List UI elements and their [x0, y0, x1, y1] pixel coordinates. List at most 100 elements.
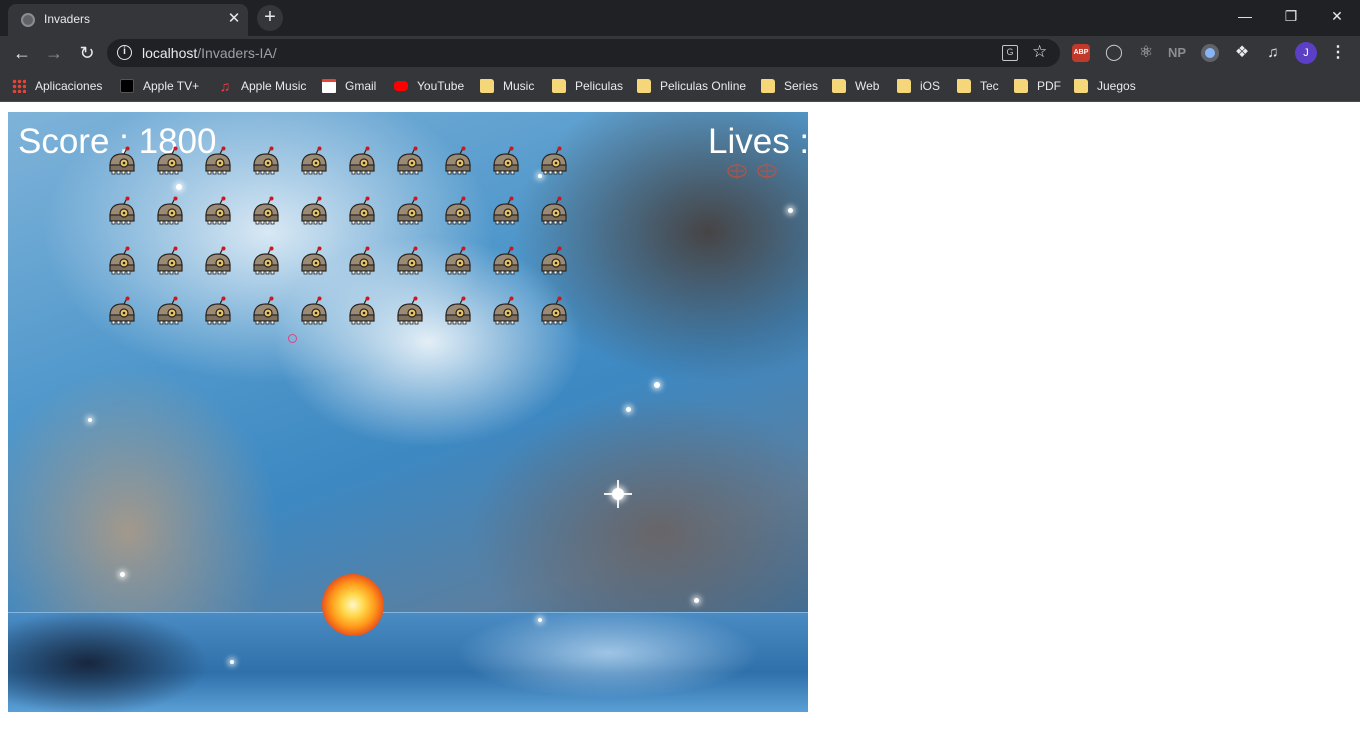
invader-r3-c6: [348, 246, 376, 276]
folder-icon: [1014, 79, 1028, 93]
url-text[interactable]: localhost/Invaders-IA/: [142, 45, 277, 61]
folder-icon: [552, 79, 566, 93]
invader-r2-c8: [444, 196, 472, 226]
bookmark-music[interactable]: Music: [480, 77, 534, 95]
invader-r3-c5: [300, 246, 328, 276]
restore-button[interactable]: ❐: [1271, 6, 1311, 28]
star: [120, 572, 125, 577]
star: [538, 618, 542, 622]
folder-icon: [480, 79, 494, 93]
invader-r2-c3: [204, 196, 232, 226]
invader-r1-c7: [396, 146, 424, 176]
star: [612, 488, 624, 500]
bookmark-label: iOS: [920, 79, 941, 93]
browser-toolbar: ← → ↻ i localhost/Invaders-IA/ G ☆ ABP ◯…: [0, 36, 1360, 70]
invader-r3-c10: [540, 246, 568, 276]
tab-title: Invaders: [44, 12, 91, 26]
tab-invaders[interactable]: Invaders ✕: [8, 4, 248, 36]
invader-bullet: [288, 334, 297, 343]
bookmark-label: Aplicaciones: [35, 79, 103, 93]
invader-r3-c7: [396, 246, 424, 276]
invader-r1-c3: [204, 146, 232, 176]
bookmark-label: Gmail: [345, 79, 377, 93]
bookmark-label: Peliculas: [575, 79, 624, 93]
profile-avatar[interactable]: J: [1295, 42, 1317, 64]
invader-r2-c1: [108, 196, 136, 226]
invader-r2-c7: [396, 196, 424, 226]
translate-icon[interactable]: G: [1002, 45, 1018, 61]
star: [626, 407, 631, 412]
bookmark-pdf[interactable]: PDF: [1014, 77, 1061, 95]
invader-r1-c5: [300, 146, 328, 176]
invader-r4-c4: [252, 296, 280, 326]
new-tab-button[interactable]: +: [257, 5, 283, 31]
invader-r4-c9: [492, 296, 520, 326]
invader-r4-c2: [156, 296, 184, 326]
gmail-icon: [322, 79, 336, 93]
folder-icon: [1074, 79, 1088, 93]
url-path: /Invaders-IA/: [197, 45, 277, 61]
bookmark-label: PDF: [1037, 79, 1061, 93]
bookmark-apple-music[interactable]: ♫ Apple Music: [218, 77, 307, 95]
globe-icon: [21, 13, 35, 27]
invader-r2-c9: [492, 196, 520, 226]
apple-music-icon: ♫: [219, 78, 231, 94]
bookmark-label: Apple Music: [241, 79, 307, 93]
invader-r3-c8: [444, 246, 472, 276]
bookmark-peliculas-online[interactable]: Peliculas Online: [637, 77, 746, 95]
folder-icon: [832, 79, 846, 93]
invader-r1-c8: [444, 146, 472, 176]
shield-extension-icon[interactable]: ◯: [1105, 44, 1123, 62]
bookmark-juegos[interactable]: Juegos: [1074, 77, 1136, 95]
address-bar[interactable]: i localhost/Invaders-IA/ G ☆: [107, 39, 1060, 67]
bookmark-star-icon[interactable]: ☆: [1032, 42, 1047, 62]
invader-r1-c9: [492, 146, 520, 176]
forward-button[interactable]: →: [42, 41, 66, 65]
info-icon[interactable]: i: [117, 45, 132, 60]
invader-r4-c1: [108, 296, 136, 326]
star: [694, 598, 699, 603]
bookmark-tec[interactable]: Tec: [957, 77, 999, 95]
folder-icon: [897, 79, 911, 93]
star: [88, 418, 92, 422]
np-extension-icon[interactable]: NP: [1168, 44, 1186, 62]
bookmark-label: Apple TV+: [143, 79, 200, 93]
invader-r2-c10: [540, 196, 568, 226]
invader-r3-c3: [204, 246, 232, 276]
extensions-puzzle-icon[interactable]: ❖: [1233, 44, 1251, 62]
bookmark-youtube[interactable]: YouTube: [394, 77, 464, 95]
bookmark-label: Web: [855, 79, 880, 93]
bookmark-label: Series: [784, 79, 819, 93]
invader-r3-c9: [492, 246, 520, 276]
minimize-button[interactable]: —: [1225, 6, 1265, 28]
folder-icon: [957, 79, 971, 93]
invader-r1-c6: [348, 146, 376, 176]
bookmark-ios[interactable]: iOS: [897, 77, 940, 95]
bookmark-series[interactable]: Series: [761, 77, 818, 95]
bookmark-aplicaciones[interactable]: Aplicaciones: [12, 77, 102, 95]
reload-button[interactable]: ↻: [75, 41, 99, 65]
menu-kebab-icon[interactable]: ⋮: [1330, 42, 1346, 64]
media-control-icon[interactable]: ♫: [1264, 44, 1282, 62]
react-devtools-icon[interactable]: ⚛: [1137, 44, 1155, 62]
invader-r1-c2: [156, 146, 184, 176]
invader-r3-c1: [108, 246, 136, 276]
invader-r1-c4: [252, 146, 280, 176]
close-window-button[interactable]: ✕: [1317, 6, 1357, 28]
star: [176, 184, 182, 190]
bookmark-peliculas[interactable]: Peliculas: [552, 77, 623, 95]
invader-r1-c10: [540, 146, 568, 176]
game-canvas[interactable]: Score : 1800 Lives :: [8, 112, 808, 712]
back-button[interactable]: ←: [10, 41, 34, 65]
game-ground-strip: [8, 612, 808, 712]
bookmark-apple-tv-[interactable]: Apple TV+: [120, 77, 199, 95]
tab-close-icon[interactable]: ✕: [225, 10, 243, 28]
folder-icon: [761, 79, 775, 93]
invader-r2-c6: [348, 196, 376, 226]
bookmark-gmail[interactable]: Gmail: [322, 77, 376, 95]
bookmark-label: Music: [503, 79, 535, 93]
circle-extension-icon[interactable]: [1201, 44, 1219, 62]
youtube-icon: [394, 81, 408, 91]
bookmark-web[interactable]: Web: [832, 77, 879, 95]
adblock-plus-icon[interactable]: ABP: [1072, 44, 1090, 62]
